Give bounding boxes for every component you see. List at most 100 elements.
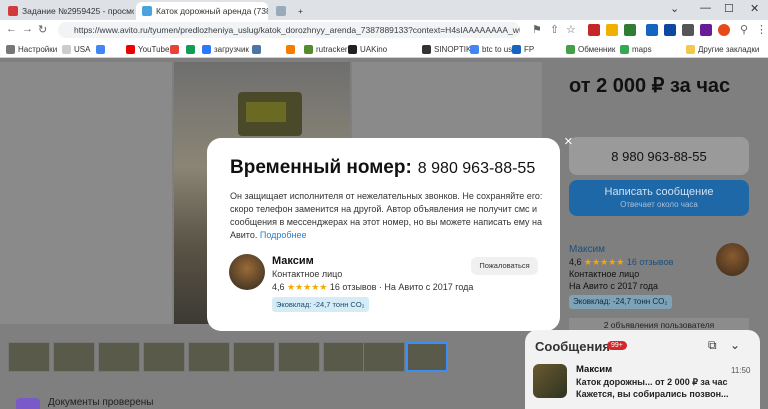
share-icon[interactable]: ⇧: [550, 23, 559, 36]
extensions-icon[interactable]: ⚲: [740, 23, 748, 36]
dialog-title: Временный номер: 8 980 963-88-55: [230, 157, 535, 179]
close-window-icon[interactable]: ✕: [750, 2, 759, 15]
ext-badge-icon[interactable]: [588, 24, 600, 36]
eco-badge: Эковклад: -24,7 тонн CO₂: [569, 295, 672, 309]
ltc-ext-icon[interactable]: [646, 24, 658, 36]
bookmark-sinoptik[interactable]: SINOPTIK: [422, 42, 471, 56]
seller-avatar[interactable]: [229, 254, 265, 290]
ext-icon[interactable]: [606, 24, 618, 36]
tab-new[interactable]: [270, 2, 290, 20]
seller-reviews-link[interactable]: 16 отзывов: [627, 257, 674, 267]
chevron-down-icon[interactable]: ⌄: [730, 338, 740, 352]
google-icon: [96, 44, 105, 54]
profile-icon[interactable]: ⌄: [670, 2, 679, 15]
sp-favicon-icon: [8, 6, 18, 16]
messages-title[interactable]: Сообщения: [535, 339, 610, 354]
back-icon[interactable]: ←: [6, 23, 17, 35]
bookmark-google[interactable]: [96, 42, 108, 56]
bookmark-downloader[interactable]: загрузчик: [202, 42, 249, 56]
message-thumbnail: [533, 364, 567, 398]
minimize-icon[interactable]: —: [700, 2, 711, 14]
url-input[interactable]: https://www.avito.ru/tyumen/predlozheniy…: [58, 22, 520, 38]
gear-icon: [6, 44, 15, 54]
thumbnail-selected[interactable]: [406, 342, 448, 372]
url-text: https://www.avito.ru/tyumen/predlozheniy…: [74, 25, 520, 35]
dialog-rating: 4,6: [272, 282, 285, 292]
write-message-button[interactable]: Написать сообщение Отвечает около часа: [569, 180, 749, 216]
open-external-icon[interactable]: ⧉: [708, 338, 717, 353]
tab-task[interactable]: Задание №2959425 - просмотр з ×: [2, 2, 134, 20]
translate-icon[interactable]: ⚑: [532, 23, 542, 36]
bookmark-fp[interactable]: FP: [512, 42, 534, 56]
menu-icon[interactable]: ⋮: [756, 23, 767, 36]
sinoptik-icon: [422, 44, 431, 54]
rutracker-icon: [304, 44, 313, 54]
seller-name-link[interactable]: Максим: [569, 244, 673, 256]
new-tab-button[interactable]: +: [292, 2, 308, 20]
seller-rating: 4,6: [569, 257, 582, 267]
phone-button[interactable]: 8 980 963-88-55: [569, 137, 749, 175]
bookmark-ext[interactable]: [286, 42, 298, 56]
bookmark-vk[interactable]: [252, 42, 264, 56]
close-icon[interactable]: ×: [564, 133, 573, 150]
bookmark-gmail[interactable]: [170, 42, 182, 56]
thumbnail[interactable]: [233, 342, 275, 372]
reload-icon[interactable]: ↻: [38, 23, 47, 36]
seller-block: Максим 4,6 ★★★★★ 16 отзывов Контактное л…: [569, 244, 673, 309]
download-icon: [202, 44, 211, 54]
dialog-title-label: Временный номер:: [230, 157, 412, 178]
stars-icon: ★★★★★: [584, 257, 625, 267]
avatar-icon[interactable]: [718, 24, 730, 36]
thumbnail[interactable]: [323, 342, 365, 372]
write-sublabel: Отвечает около часа: [620, 200, 698, 209]
bookmark-uakino[interactable]: UAKino: [348, 42, 387, 56]
bookmark-exchanger[interactable]: Обменник: [566, 42, 615, 56]
bookmark-icon: [286, 44, 295, 54]
dialog-since: · На Авито с 2017 года: [378, 282, 474, 292]
thumbnail[interactable]: [363, 342, 405, 372]
dialog-reviews[interactable]: 16 отзывов: [330, 282, 377, 292]
exchanger-icon: [566, 44, 575, 54]
temporary-phone-number: 8 980 963-88-55: [417, 160, 536, 177]
bookmark-maps[interactable]: maps: [620, 42, 652, 56]
thumbnail[interactable]: [8, 342, 50, 372]
seller-since: На Авито с 2017 года: [569, 281, 659, 291]
maximize-icon[interactable]: ☐: [724, 2, 734, 15]
thumbnail[interactable]: [98, 342, 140, 372]
tab-avito[interactable]: Каток дорожный аренда (7387889... ×: [136, 2, 268, 20]
phone-number: 8 980 963-88-55: [611, 148, 707, 164]
bookmark-btc[interactable]: btc to usd: [470, 42, 517, 56]
bookmark-star-icon[interactable]: ☆: [566, 23, 576, 36]
ext-icon[interactable]: [624, 24, 636, 36]
forward-icon[interactable]: →: [22, 23, 33, 35]
dialog-seller-name[interactable]: Максим: [272, 255, 473, 268]
bookmark-drive[interactable]: [186, 42, 198, 56]
ext-icon[interactable]: [664, 24, 676, 36]
roller-image: [238, 92, 302, 136]
bookmark-other[interactable]: Другие закладки: [686, 42, 759, 56]
tab-label: Каток дорожный аренда (7387889...: [156, 6, 268, 16]
bookmark-rutracker[interactable]: rutracker: [304, 42, 348, 56]
docs-check-icon: [16, 398, 40, 409]
thumbnail[interactable]: [143, 342, 185, 372]
write-label: Написать сообщение: [604, 186, 714, 198]
thumbnail[interactable]: [278, 342, 320, 372]
drive-icon: [186, 44, 195, 54]
messages-panel: Сообщения 99+ ⧉ ⌄ Максим Каток дорожны..…: [525, 330, 760, 409]
thumbnail[interactable]: [53, 342, 95, 372]
ext-icon[interactable]: [700, 24, 712, 36]
gmail-icon: [170, 44, 179, 54]
complain-button[interactable]: Пожаловаться: [471, 257, 538, 275]
ext-icon[interactable]: [682, 24, 694, 36]
fp-icon: [512, 44, 521, 54]
more-link[interactable]: Подробнее: [260, 230, 307, 240]
seller-type: Контактное лицо: [569, 269, 640, 279]
bookmark-youtube[interactable]: YouTube: [126, 42, 169, 56]
message-sender: Максим: [576, 364, 613, 375]
avatar[interactable]: [716, 243, 749, 276]
bookmark-usa[interactable]: USA: [62, 42, 90, 56]
message-item[interactable]: Максим Каток дорожны... от 2 000 ₽ за ча…: [533, 360, 753, 405]
bookmark-settings[interactable]: Настройки: [6, 42, 57, 56]
thumbnail[interactable]: [188, 342, 230, 372]
vk-icon: [252, 44, 261, 54]
